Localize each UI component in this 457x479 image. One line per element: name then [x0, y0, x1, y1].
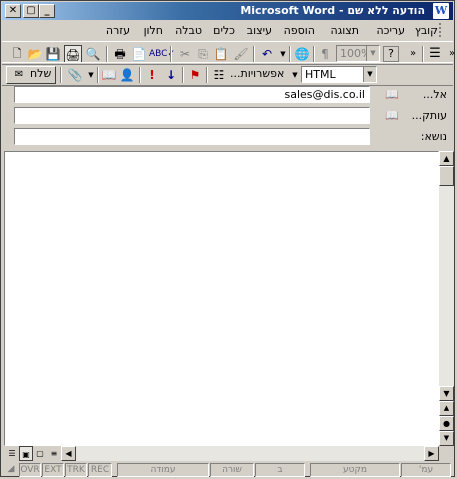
- status-trk[interactable]: TRK: [65, 463, 87, 477]
- menu-insert[interactable]: הוספה: [284, 24, 315, 37]
- normal-view-icon[interactable]: ☰: [5, 446, 19, 461]
- high-importance-icon[interactable]: !: [143, 66, 161, 84]
- close-button[interactable]: ✕: [5, 4, 21, 18]
- menu-view[interactable]: תצוגה: [331, 24, 359, 37]
- address-book-icon[interactable]: 📖: [100, 66, 118, 84]
- window-title: הודעה ללא שם - Microsoft Word: [240, 4, 425, 17]
- check-names-icon[interactable]: 👤: [118, 66, 136, 84]
- insert-hyperlink-icon[interactable]: 🌐: [293, 45, 311, 63]
- toolbar-separator: [97, 67, 99, 83]
- menu-file[interactable]: קובץ: [415, 24, 438, 37]
- show-hide-icon[interactable]: ¶: [316, 45, 334, 63]
- more-buttons-icon[interactable]: »: [404, 45, 422, 63]
- subject-label: נושא:: [420, 130, 447, 143]
- status-line: שורה: [210, 463, 254, 477]
- message-format-combo[interactable]: HTML ▼: [301, 66, 377, 83]
- maximize-button[interactable]: ▢: [23, 4, 39, 18]
- flag-icon[interactable]: ⚑: [186, 66, 204, 84]
- horizontal-scrollbar[interactable]: ◀ ▶: [61, 446, 439, 461]
- scroll-down-icon[interactable]: ▼: [439, 386, 454, 401]
- outline-view-icon[interactable]: ≡: [47, 446, 61, 461]
- bullets-icon[interactable]: ☰: [426, 45, 444, 63]
- preview-icon[interactable]: 📄: [130, 45, 148, 63]
- title-bar[interactable]: ✕ ▢ _ הודעה ללא שם - Microsoft Word W: [2, 2, 453, 20]
- toolbar-separator: [182, 67, 184, 83]
- print-preview-icon[interactable]: 🔍: [84, 45, 102, 63]
- low-importance-icon[interactable]: ↓: [162, 66, 180, 84]
- to-address-book-icon[interactable]: 📖: [385, 88, 399, 101]
- status-section: מקטע: [310, 463, 400, 477]
- message-body[interactable]: [4, 151, 439, 446]
- cc-label[interactable]: עותק...: [412, 109, 447, 122]
- scroll-right-icon[interactable]: ▶: [424, 446, 439, 461]
- send-label: שלח: [30, 67, 52, 80]
- cc-field[interactable]: [14, 107, 370, 124]
- menu-table[interactable]: טבלה: [175, 24, 202, 37]
- toolbar-separator: [253, 46, 255, 62]
- print-layout-icon[interactable]: ▢: [33, 446, 47, 461]
- vertical-scroll-thumb[interactable]: [439, 166, 454, 186]
- send-envelope-icon[interactable]: 🖨: [64, 45, 82, 63]
- toolbar-separator: [106, 46, 108, 62]
- help-icon[interactable]: ?: [383, 46, 399, 62]
- toolbar-separator: [206, 67, 208, 83]
- cut-icon[interactable]: ✂: [176, 45, 194, 63]
- more-buttons-icon[interactable]: »: [443, 45, 457, 63]
- toolbar-separator: [170, 46, 172, 62]
- scroll-left-icon[interactable]: ◀: [61, 446, 76, 461]
- select-browse-object-icon[interactable]: ●: [439, 416, 454, 431]
- toolbar-separator: [422, 46, 424, 62]
- paste-icon[interactable]: 📋: [212, 45, 230, 63]
- zoom-dropdown-icon[interactable]: ▼: [366, 46, 379, 61]
- email-toolbar: שלח ✉ 📎 ▼ 📖 👤 ! ↓ ⚑ ☷ אפשרויות... ▼ HTML…: [2, 62, 453, 86]
- menu-help[interactable]: עזרה: [106, 24, 130, 37]
- status-ext[interactable]: EXT: [42, 463, 64, 477]
- format-dropdown-icon[interactable]: ▼: [363, 67, 376, 82]
- new-document-icon[interactable]: 🗋: [8, 45, 26, 63]
- vertical-scrollbar[interactable]: ▲ ▼ ▲ ● ▼: [439, 151, 454, 446]
- print-icon[interactable]: 🖶: [111, 45, 129, 63]
- status-at: ב: [255, 463, 305, 477]
- cc-address-book-icon[interactable]: 📖: [385, 109, 399, 122]
- status-rec[interactable]: REC: [88, 463, 112, 477]
- word-window: ✕ ▢ _ הודעה ללא שם - Microsoft Word W קו…: [0, 0, 455, 477]
- format-painter-icon[interactable]: 🖌: [232, 45, 250, 63]
- menu-edit[interactable]: עריכה: [376, 24, 405, 37]
- previous-page-icon[interactable]: ▲: [439, 401, 454, 416]
- view-buttons: ☰ ▣ ▢ ≡: [4, 446, 61, 461]
- next-page-icon[interactable]: ▼: [439, 431, 454, 446]
- status-ovr[interactable]: OVR: [19, 463, 41, 477]
- minimize-button[interactable]: _: [39, 4, 55, 18]
- menu-format[interactable]: עיצוב: [247, 24, 272, 37]
- subject-field[interactable]: [14, 128, 370, 145]
- status-page: עמ': [401, 463, 451, 477]
- to-label[interactable]: אל...: [423, 88, 447, 101]
- word-app-icon[interactable]: W: [433, 3, 449, 19]
- to-field[interactable]: sales@dis.co.il: [14, 86, 370, 103]
- toolbar-separator: [139, 67, 141, 83]
- spelling-icon[interactable]: ABC✓: [149, 45, 175, 63]
- menu-window[interactable]: חלון: [144, 24, 163, 37]
- copy-icon[interactable]: ⎘: [194, 45, 212, 63]
- menubar-grip[interactable]: [439, 23, 449, 37]
- status-column: עמודה: [117, 463, 209, 477]
- toolbar-separator: [60, 67, 62, 83]
- menu-tools[interactable]: כלים: [213, 24, 235, 37]
- save-icon[interactable]: 💾: [44, 45, 62, 63]
- options-icon[interactable]: ☷: [210, 66, 228, 84]
- status-grip-icon: ◢: [7, 464, 15, 474]
- scroll-up-icon[interactable]: ▲: [439, 151, 454, 166]
- send-icon: ✉: [14, 69, 24, 80]
- envelope-header: sales@dis.co.il 📖 אל... 📖 עותק... נושא:: [2, 85, 453, 149]
- options-button[interactable]: אפשרויות...: [230, 67, 284, 80]
- toolbar-separator: [289, 46, 291, 62]
- toolbar-separator: [313, 46, 315, 62]
- open-icon[interactable]: 📂: [26, 45, 44, 63]
- zoom-combo[interactable]: 100% ▼: [336, 45, 380, 62]
- menu-bar: קובץ עריכה תצוגה הוספה עיצוב כלים טבלה ח…: [2, 21, 453, 40]
- status-bar: ◢ OVR EXT TRK REC עמודה שורה ב מקטע עמ': [2, 462, 453, 477]
- message-format-value: HTML: [305, 68, 336, 81]
- web-layout-icon[interactable]: ▣: [19, 446, 33, 461]
